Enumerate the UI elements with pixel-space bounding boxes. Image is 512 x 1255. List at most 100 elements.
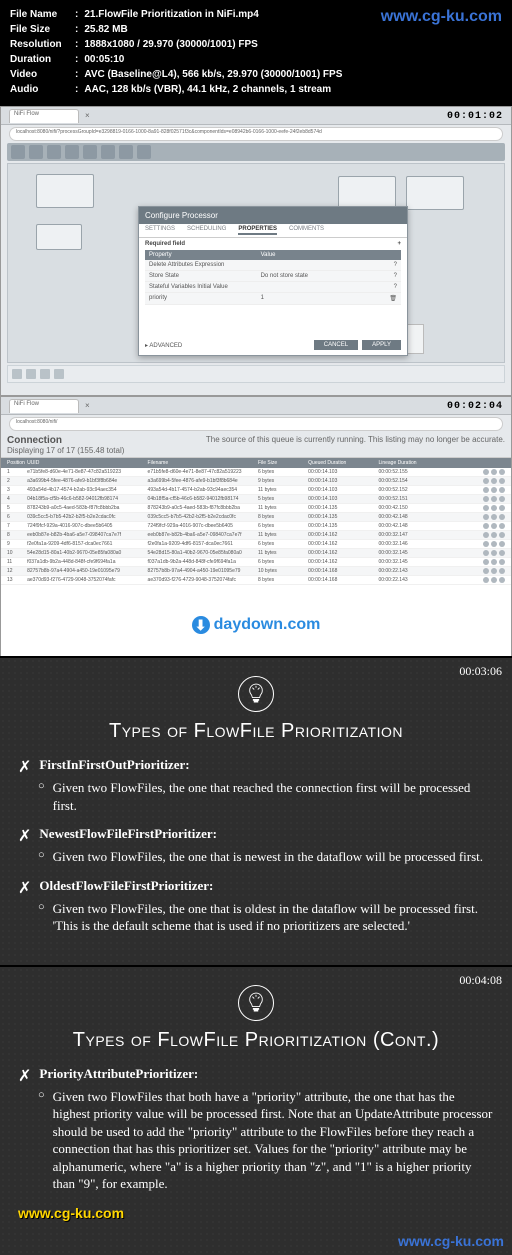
view-icon[interactable] [483, 568, 489, 574]
download-icon[interactable] [491, 541, 497, 547]
help-icon[interactable]: ? [394, 262, 397, 268]
disable-icon[interactable] [54, 369, 64, 379]
info-icon[interactable] [499, 505, 505, 511]
view-icon[interactable] [483, 541, 489, 547]
table-row[interactable]: 1282757b8b-97a4-4904-a450-19e01095e79827… [1, 567, 511, 576]
download-icon[interactable] [491, 478, 497, 484]
cell-uuid: f2e0fa1a-9209-4df6-8157-dca0ec7661 [25, 541, 145, 547]
tab-close-icon[interactable]: × [85, 401, 90, 410]
view-icon[interactable] [483, 469, 489, 475]
download-icon[interactable] [491, 505, 497, 511]
tab-settings[interactable]: SETTINGS [145, 226, 175, 235]
col-queued-duration[interactable]: Queued Duration [306, 460, 376, 466]
template-icon[interactable] [119, 145, 133, 159]
info-icon[interactable] [499, 568, 505, 574]
nifi-canvas[interactable]: Configure Processor SETTINGS SCHEDULING … [7, 163, 505, 363]
download-icon[interactable] [491, 523, 497, 529]
info-icon[interactable] [499, 541, 505, 547]
download-icon[interactable] [491, 496, 497, 502]
download-icon[interactable] [491, 469, 497, 475]
download-icon[interactable] [491, 550, 497, 556]
view-icon[interactable] [483, 514, 489, 520]
info-icon[interactable] [499, 469, 505, 475]
table-row[interactable]: 6039c5cc5-b7b5-42b2-b2f5-b2e2cdac0fc039c… [1, 513, 511, 522]
help-icon[interactable]: ? [394, 284, 397, 290]
table-row[interactable]: 5878243b9-a0c5-4aed-583b-f87fc8bbb2ba878… [1, 504, 511, 513]
download-icon[interactable] [491, 577, 497, 583]
cancel-button[interactable]: CANCEL [314, 340, 358, 350]
add-property-icon[interactable]: + [397, 241, 401, 247]
table-row[interactable]: 2a3a699b4-5fee-4876-afe9-b1bf3f8b684ea3a… [1, 477, 511, 486]
cell-queued: 00:00:14.162 [306, 541, 376, 547]
advanced-link[interactable]: ▸ ADVANCED [145, 342, 182, 349]
table-row[interactable]: 3493a54d-4b17-4574-b2ab-93c94aec354493a5… [1, 486, 511, 495]
col-position[interactable]: Position [5, 460, 25, 466]
process-group-icon[interactable] [65, 145, 79, 159]
slide-prioritization-types: 00:03:06 Types of FlowFile Prioritizatio… [0, 656, 512, 965]
table-row[interactable]: 1054e28d15-80a1-40b2-9670-05e85fa080a054… [1, 549, 511, 558]
col-filename[interactable]: Filename [146, 460, 256, 466]
table-row[interactable]: 13ae370d93-f276-4729-9048-3752074fafcae3… [1, 576, 511, 585]
stop-icon[interactable] [26, 369, 36, 379]
download-icon[interactable] [491, 568, 497, 574]
prop-value[interactable]: 1 [261, 295, 264, 302]
remote-group-icon[interactable] [83, 145, 97, 159]
table-row[interactable]: 404b18f5a-cf5b-46c6-b582-94012fb9817404b… [1, 495, 511, 504]
info-icon[interactable] [499, 559, 505, 565]
processor-box[interactable] [36, 174, 94, 208]
info-icon[interactable] [499, 550, 505, 556]
delete-icon[interactable]: 🗑 [389, 295, 397, 302]
download-icon[interactable] [491, 559, 497, 565]
browser-tab[interactable]: NiFi Flow [9, 399, 79, 413]
info-icon[interactable] [499, 523, 505, 529]
browser-tab[interactable]: NiFi Flow [9, 109, 79, 123]
view-icon[interactable] [483, 523, 489, 529]
cell-filename: 878243b9-a0c5-4aed-583b-f87fc8bbb2ba [146, 505, 256, 511]
view-icon[interactable] [483, 478, 489, 484]
enable-icon[interactable] [40, 369, 50, 379]
processor-box[interactable] [36, 224, 82, 250]
table-row[interactable]: 1e71b5fe8-d60e-4e71-8e87-47c82a519223e71… [1, 468, 511, 477]
address-bar[interactable]: localhost:8080/nifi/ [9, 417, 503, 431]
funnel-icon[interactable] [101, 145, 115, 159]
table-row[interactable]: 8eeb0b87e-b82b-4ba6-a5e7-098407ca7e7feeb… [1, 531, 511, 540]
download-icon[interactable] [491, 514, 497, 520]
view-icon[interactable] [483, 559, 489, 565]
col-filesize[interactable]: File Size [256, 460, 306, 466]
processor-box[interactable] [406, 176, 464, 210]
output-port-icon[interactable] [47, 145, 61, 159]
tab-comments[interactable]: COMMENTS [289, 226, 324, 235]
col-lineage-duration[interactable]: Lineage Duration [376, 460, 446, 466]
view-icon[interactable] [483, 550, 489, 556]
info-icon[interactable] [499, 577, 505, 583]
table-row[interactable]: 11f037a1db-9b2a-448d-848f-cfe9f694fa1af0… [1, 558, 511, 567]
info-icon[interactable] [499, 487, 505, 493]
view-icon[interactable] [483, 505, 489, 511]
info-icon[interactable] [499, 496, 505, 502]
table-row[interactable]: 7724f9fcf-929a-4016-907c-dbee5b6405724f9… [1, 522, 511, 531]
col-uuid[interactable]: UUID [25, 460, 145, 466]
play-icon[interactable] [12, 369, 22, 379]
view-icon[interactable] [483, 487, 489, 493]
tab-close-icon[interactable]: × [85, 111, 90, 120]
download-icon[interactable] [491, 532, 497, 538]
view-icon[interactable] [483, 532, 489, 538]
apply-button[interactable]: APPLY [362, 340, 401, 350]
label-icon[interactable] [137, 145, 151, 159]
info-icon[interactable] [499, 532, 505, 538]
info-icon[interactable] [499, 514, 505, 520]
download-icon[interactable] [491, 487, 497, 493]
address-bar[interactable]: localhost:8080/nifi/?processGroupId=e329… [9, 127, 503, 141]
input-port-icon[interactable] [29, 145, 43, 159]
info-icon[interactable] [499, 478, 505, 484]
table-row[interactable]: 9f2e0fa1a-9209-4df6-8157-dca0ec7661f2e0f… [1, 540, 511, 549]
cell-queued: 00:00:14.168 [306, 577, 376, 583]
help-icon[interactable]: ? [394, 273, 397, 279]
tab-scheduling[interactable]: SCHEDULING [187, 226, 226, 235]
processor-icon[interactable] [11, 145, 25, 159]
processor-box[interactable] [338, 176, 396, 210]
prop-value[interactable]: Do not store state [261, 273, 308, 279]
view-icon[interactable] [483, 496, 489, 502]
view-icon[interactable] [483, 577, 489, 583]
tab-properties[interactable]: PROPERTIES [238, 226, 277, 235]
